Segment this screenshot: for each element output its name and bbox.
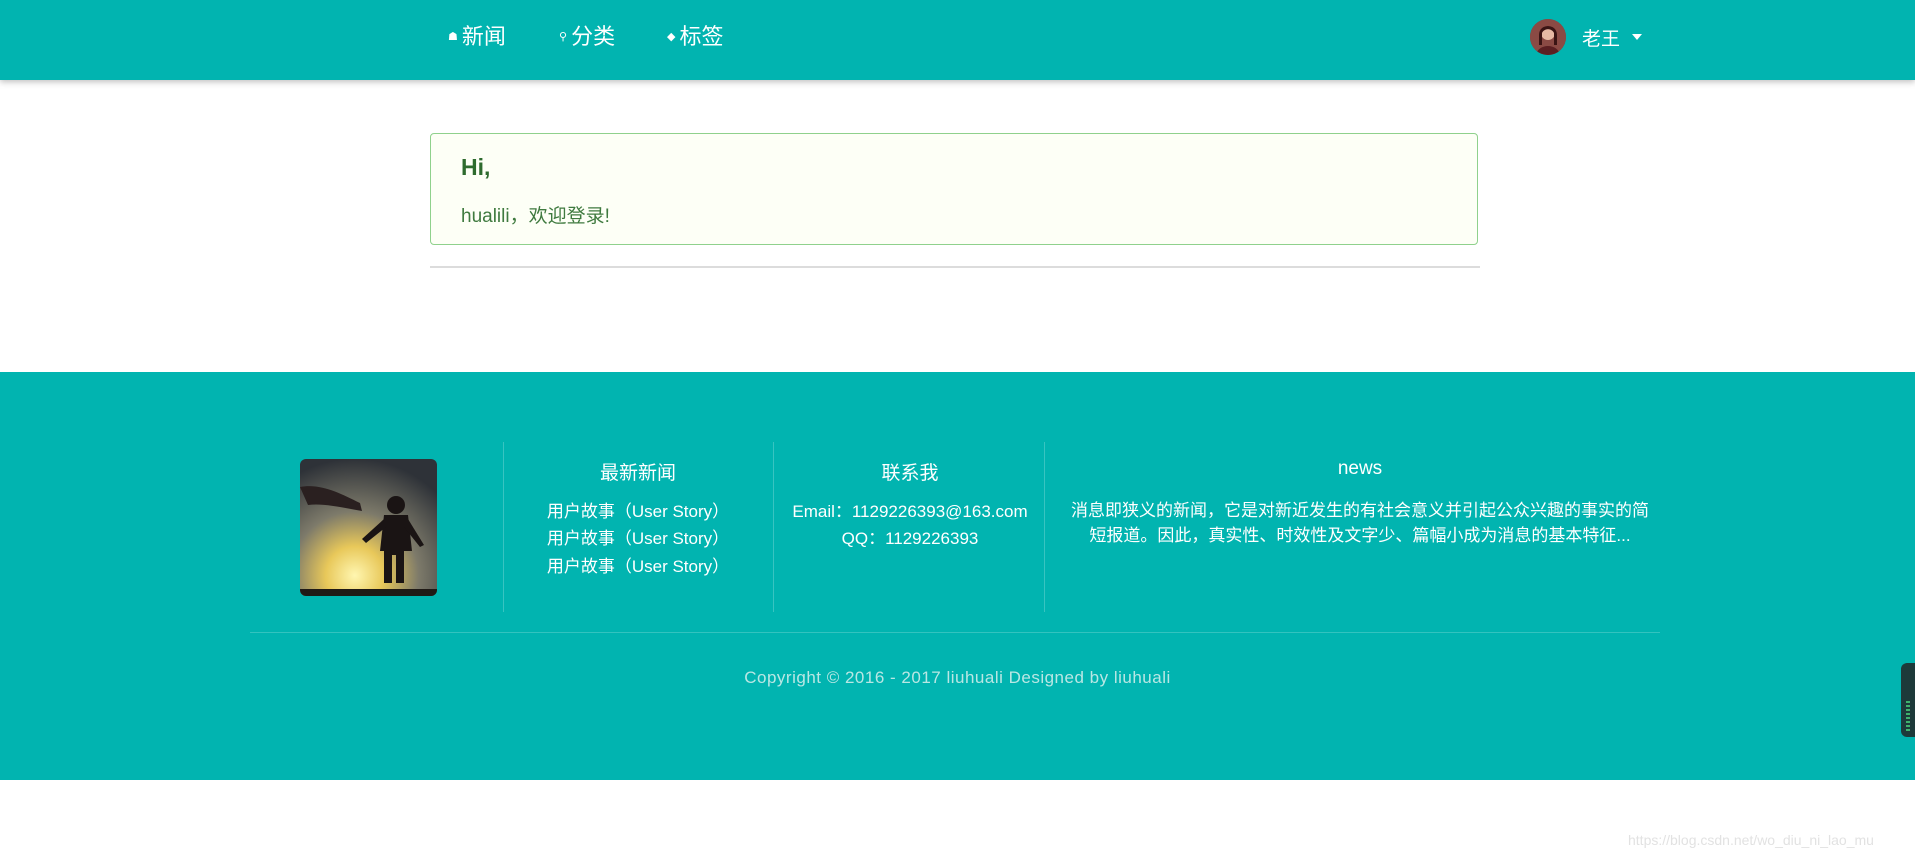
footer-column-divider (503, 442, 504, 612)
chevron-down-icon[interactable] (1632, 34, 1643, 40)
pin-icon: ⚲ (559, 31, 568, 43)
nav-item-tags[interactable]: ◆ 标签 (667, 22, 723, 52)
user-menu[interactable]: 老王 (1530, 18, 1643, 56)
news-link[interactable]: 用户故事（User Story） (518, 497, 758, 522)
footer-column-divider (1044, 442, 1045, 612)
home-icon: ☗ (448, 31, 458, 43)
side-floating-widget[interactable] (1901, 663, 1915, 737)
welcome-alert: Hi, hualili，欢迎登录! (430, 133, 1478, 245)
footer-logo-image (300, 459, 437, 596)
nav-item-news[interactable]: ☗ 新闻 (448, 22, 506, 52)
nav-item-label: 分类 (571, 24, 616, 49)
alert-message: hualili，欢迎登录! (461, 206, 610, 227)
news-title: news (1337, 458, 1383, 479)
signal-icon (1906, 701, 1910, 731)
nav-item-label: 标签 (679, 24, 724, 49)
alert-title: Hi, (461, 154, 491, 180)
news-link[interactable]: 用户故事（User Story） (518, 552, 758, 577)
nav-item-category[interactable]: ⚲ 分类 (559, 22, 615, 52)
footer: 最新新闻 用户故事（User Story） 用户故事（User Story） 用… (0, 372, 1915, 780)
latest-news-title: 最新新闻 (599, 463, 676, 484)
top-navbar: ☗ 新闻 ⚲ 分类 ◆ 标签 老王 (0, 0, 1915, 80)
footer-column-divider (773, 442, 774, 612)
footer-divider (250, 632, 1660, 633)
contact-title: 联系我 (881, 463, 939, 484)
watermark-text: https://blog.csdn.net/wo_diu_ni_lao_mu (1628, 832, 1874, 848)
contact-qq: QQ：1129226393 (841, 529, 979, 548)
copyright-text: Copyright © 2016 - 2017 liuhuali Designe… (744, 668, 1171, 687)
news-description: 消息即狭义的新闻，它是对新近发生的有社会意义并引起公众兴趣的事实的简短报道。因此… (1071, 501, 1649, 545)
silhouette-image (300, 459, 437, 596)
tag-icon: ◆ (667, 31, 676, 43)
nav-item-label: 新闻 (461, 24, 506, 49)
content-divider (430, 266, 1480, 268)
news-link[interactable]: 用户故事（User Story） (518, 524, 758, 549)
user-name: 老王 (1582, 28, 1621, 50)
avatar[interactable] (1530, 19, 1566, 55)
contact-email: Email：1129226393@163.com (792, 502, 1028, 521)
avatar-image (1530, 19, 1566, 55)
